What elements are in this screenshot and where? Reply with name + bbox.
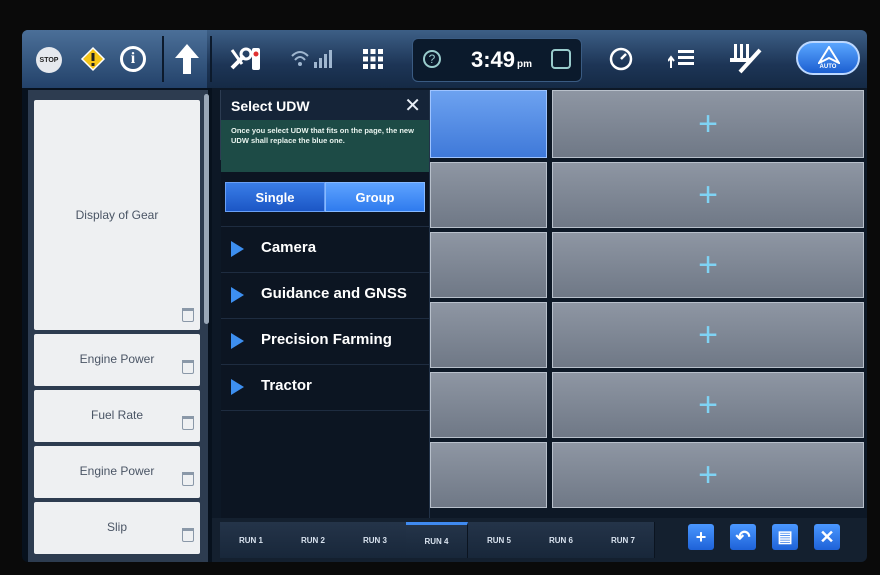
- layout-button[interactable]: ▤: [772, 524, 798, 550]
- category-label: Guidance and GNSS: [261, 285, 407, 302]
- run-tab-bar: RUN 1 RUN 2 RUN 3 RUN 4 RUN 5 RUN 6 RUN …: [212, 518, 867, 562]
- expand-arrow-icon: [231, 379, 244, 395]
- close-button[interactable]: ✕: [814, 524, 840, 550]
- help-icon[interactable]: ?: [423, 50, 441, 68]
- tab-run-7[interactable]: RUN 7: [592, 522, 655, 558]
- auto-steer-button[interactable]: AUTO: [796, 41, 860, 75]
- popup-message: Once you select UDW that fits on the pag…: [221, 120, 429, 172]
- signal-icon: [290, 48, 334, 70]
- category-camera[interactable]: Camera: [221, 226, 429, 271]
- grid-icon[interactable]: [362, 48, 384, 70]
- user-icon[interactable]: [551, 49, 571, 69]
- tab-group[interactable]: Group: [325, 182, 425, 212]
- category-precision-farming[interactable]: Precision Farming: [221, 318, 429, 363]
- grid-cell[interactable]: +: [552, 442, 864, 508]
- tab-run-3[interactable]: RUN 3: [344, 522, 407, 558]
- tab-run-2[interactable]: RUN 2: [282, 522, 345, 558]
- add-button[interactable]: +: [688, 524, 714, 550]
- stop-label: STOP: [39, 56, 59, 64]
- category-label: Tractor: [261, 377, 312, 394]
- tab-single[interactable]: Single: [225, 182, 325, 212]
- add-widget-icon[interactable]: +: [698, 318, 718, 352]
- widget-item[interactable]: Display of Gear: [34, 100, 200, 330]
- popup-title: Select UDW: [231, 98, 310, 114]
- trash-icon[interactable]: [182, 360, 194, 374]
- grid-cell[interactable]: [430, 372, 547, 438]
- divider: [210, 36, 212, 82]
- widget-label: Display of Gear: [75, 208, 159, 222]
- popup-header: Select UDW ✕: [221, 90, 429, 120]
- grid-cell[interactable]: +: [552, 302, 864, 368]
- trash-icon[interactable]: [182, 528, 194, 542]
- wrench-icon[interactable]: [228, 44, 262, 74]
- widget-item[interactable]: Fuel Rate: [34, 390, 200, 442]
- tab-run-4[interactable]: RUN 4: [406, 522, 468, 558]
- left-widget-panel: Display of Gear Engine Power Fuel Rate E…: [28, 90, 208, 562]
- trash-icon[interactable]: [182, 308, 194, 322]
- clock-time: 3:49: [471, 47, 516, 72]
- undo-button[interactable]: ↶: [730, 524, 756, 550]
- category-guidance[interactable]: Guidance and GNSS: [221, 272, 429, 317]
- scrollbar[interactable]: [204, 94, 209, 324]
- status-bar: STOP i ? 3:49 pm AUTO: [22, 30, 867, 88]
- trash-icon[interactable]: [182, 472, 194, 486]
- clock: 3:49 pm: [471, 47, 532, 73]
- expand-arrow-icon: [231, 333, 244, 349]
- category-tractor[interactable]: Tractor: [221, 364, 429, 409]
- grid-cell[interactable]: +: [552, 162, 864, 228]
- implement-icon[interactable]: [730, 42, 764, 74]
- widget-label: Fuel Rate: [90, 408, 144, 422]
- widget-item[interactable]: Slip: [34, 502, 200, 554]
- grid-cell[interactable]: [430, 162, 547, 228]
- grid-cell[interactable]: +: [552, 372, 864, 438]
- grid-cell[interactable]: [430, 302, 547, 368]
- auto-label: AUTO: [819, 64, 837, 70]
- grid-cell[interactable]: +: [552, 90, 864, 158]
- tab-run-6[interactable]: RUN 6: [530, 522, 593, 558]
- add-widget-icon[interactable]: +: [698, 248, 718, 282]
- add-widget-icon[interactable]: +: [698, 458, 718, 492]
- clock-panel: ? 3:49 pm: [412, 38, 582, 82]
- warning-icon[interactable]: [80, 46, 106, 72]
- divider: [162, 36, 164, 82]
- grid-cell-selected[interactable]: [430, 90, 547, 158]
- add-widget-icon[interactable]: +: [698, 107, 718, 141]
- trash-icon[interactable]: [182, 416, 194, 430]
- tab-run-5[interactable]: RUN 5: [468, 522, 531, 558]
- popup-empty-area: [221, 410, 429, 521]
- gauge-icon[interactable]: [608, 46, 634, 72]
- grid-cell[interactable]: [430, 442, 547, 508]
- close-icon[interactable]: ✕: [404, 93, 421, 118]
- screen: STOP i ? 3:49 pm AUTO Display of Gear En…: [22, 30, 867, 562]
- clock-ampm: pm: [517, 59, 533, 70]
- grid-cell[interactable]: +: [552, 232, 864, 298]
- widget-item[interactable]: Engine Power: [34, 334, 200, 386]
- widget-label: Engine Power: [79, 464, 155, 478]
- grid-cell[interactable]: [430, 232, 547, 298]
- expand-arrow-icon: [231, 287, 244, 303]
- widget-label: Slip: [106, 520, 127, 534]
- up-arrow-icon[interactable]: [174, 42, 200, 76]
- widget-item[interactable]: Engine Power: [34, 446, 200, 498]
- widget-label: Engine Power: [79, 352, 155, 366]
- category-label: Camera: [261, 239, 317, 256]
- category-label: Precision Farming: [261, 331, 392, 348]
- tab-run-1[interactable]: RUN 1: [220, 522, 283, 558]
- stop-icon[interactable]: STOP: [36, 47, 62, 73]
- info-icon[interactable]: i: [120, 46, 146, 72]
- select-udw-popup: Select UDW ✕ Once you select UDW that fi…: [221, 90, 430, 520]
- arrow-bars-icon[interactable]: [668, 46, 698, 72]
- add-widget-icon[interactable]: +: [698, 178, 718, 212]
- expand-arrow-icon: [231, 241, 244, 257]
- add-widget-icon[interactable]: +: [698, 388, 718, 422]
